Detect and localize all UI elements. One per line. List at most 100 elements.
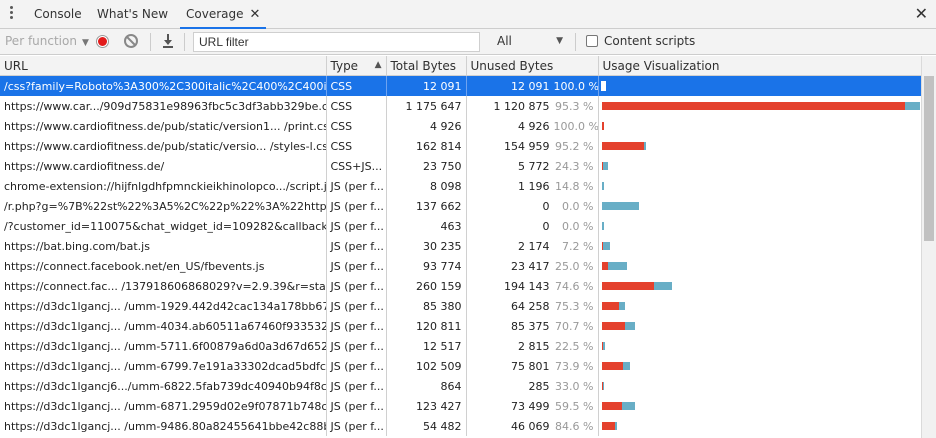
unused-bytes-cell: 2 174 7.2 % [466,236,599,256]
column-header-usage-visualization[interactable]: Usage Visualization [598,56,921,76]
unused-bytes-cell: 64 258 75.3 % [466,296,599,316]
unused-bytes-bar [601,282,654,290]
used-bytes-bar [601,242,610,250]
unused-bytes-cell: 285 33.0 % [466,376,599,396]
total-bytes-cell: 12 091 [386,75,467,96]
table-row[interactable]: https://d3dc1lgancj... /umm-9486.80a8245… [0,416,921,436]
unused-percent: 74.6 % [555,279,594,293]
unused-bytes-value: 1 120 875 [493,99,550,113]
column-header-url[interactable]: URL [0,56,327,76]
table-row[interactable]: https://d3dc1lgancj... /umm-6871.2959d02… [0,396,921,416]
more-tabs-icon[interactable] [10,6,14,22]
usage-bar [601,122,604,130]
content-scripts-checkbox[interactable] [586,35,598,47]
usage-visualization-cell [598,236,921,256]
chevron-down-icon: ▼ [81,38,89,48]
url-cell: https://d3dc1lgancj6.../umm-6822.5fab739… [0,376,327,396]
sort-ascending-icon: ▲ [374,59,382,70]
type-cell: CSS [326,75,387,96]
coverage-table: URL Type ▲ Total Bytes Unused Bytes Usage… [0,56,921,438]
total-bytes-cell: 30 235 [386,236,467,256]
table-row[interactable]: chrome-extension://hijfnlgdhfpmnckieikhi… [0,176,921,196]
unused-bytes-cell: 4 926 100.0 % [466,116,599,136]
unused-bytes-cell: 46 069 84.6 % [466,416,599,436]
url-cell: chrome-extension://hijfnlgdhfpmnckieikhi… [0,176,327,196]
table-row[interactable]: https://bat.bing.com/bat.js JS (per f... 3… [0,236,921,256]
total-bytes-cell: 864 [386,376,467,396]
table-row[interactable]: https://www.cardiofitness.de/pub/static/… [0,116,921,136]
column-header-total-bytes[interactable]: Total Bytes [386,56,467,76]
table-row[interactable]: https://d3dc1lgancj... /umm-5711.6f00879… [0,336,921,356]
unused-bytes-cell: 75 801 73.9 % [466,356,599,376]
type-cell: CSS+JS... [326,156,387,176]
unused-bytes-value: 154 959 [504,139,550,153]
table-row[interactable]: https://www.car.../909d75831e98963fbc5c3… [0,96,921,116]
usage-visualization-cell [598,276,921,296]
table-row[interactable]: https://d3dc1lgancj... /umm-4034.ab60511… [0,316,921,336]
total-bytes-cell: 102 509 [386,356,467,376]
unused-bytes-value: 23 417 [511,259,550,273]
usage-visualization-cell [598,136,921,156]
table-row[interactable]: /?customer_id=110075&chat_widget_id=1092… [0,216,921,236]
tab-whats-new[interactable]: What's New [97,0,168,28]
url-cell: https://d3dc1lgancj... /umm-1929.442d42c… [0,296,327,316]
unused-bytes-bar [601,302,619,310]
table-row[interactable]: /css?family=Roboto%3A300%2C300italic%2C4… [0,75,921,96]
unused-percent: 84.6 % [555,419,594,433]
type-cell: JS (per f... [326,356,387,376]
table-scrollbar[interactable] [921,56,936,438]
total-bytes-cell: 85 380 [386,296,467,316]
table-row[interactable]: https://www.cardiofitness.de/CSS+JS... 23… [0,156,921,176]
table-row[interactable]: https://connect.facebook.net/en_US/fbeve… [0,256,921,276]
unused-bytes-bar [601,82,605,90]
table-row[interactable]: https://d3dc1lgancj... /umm-1929.442d42c… [0,296,921,316]
usage-bar [601,362,630,370]
unused-percent: 7.2 % [562,239,594,253]
tab-console[interactable]: Console [34,0,82,28]
export-icon[interactable] [162,33,174,49]
resource-type-select[interactable]: All ▼ [497,34,563,48]
unused-bytes-value: 46 069 [511,419,550,433]
used-bytes-bar [601,222,604,230]
unused-bytes-value: 75 801 [511,359,550,373]
unused-bytes-value: 2 174 [518,239,550,253]
table-row[interactable]: https://connect.fac... /137918606868029?… [0,276,921,296]
table-row[interactable]: https://d3dc1lgancj... /umm-6799.7e191a3… [0,356,921,376]
usage-bar [601,302,625,310]
url-cell: /css?family=Roboto%3A300%2C300italic%2C4… [0,75,327,96]
clear-icon[interactable] [124,34,138,48]
unused-bytes-cell: 5 772 24.3 % [466,156,599,176]
unused-bytes-value: 4 926 [518,119,550,133]
unused-percent: 59.5 % [555,399,594,413]
unused-bytes-bar [601,142,644,150]
table-row[interactable]: https://www.cardiofitness.de/pub/static/… [0,136,921,156]
unused-bytes-bar [601,162,603,170]
url-cell: /?customer_id=110075&chat_widget_id=1092… [0,216,327,236]
coverage-type-select[interactable]: Per function ▼ [5,34,89,48]
close-tab-icon[interactable]: ✕ [250,7,261,22]
unused-percent: 95.2 % [555,139,594,153]
scrollbar-thumb[interactable] [924,76,934,241]
unused-bytes-bar [601,262,608,270]
usage-bar [601,142,646,150]
usage-bar [601,402,635,410]
tab-coverage[interactable]: Coverage ✕ [180,0,267,29]
unused-bytes-bar [601,102,905,110]
column-header-type[interactable]: Type ▲ [326,56,387,76]
usage-bar [601,202,639,210]
type-cell: JS (per f... [326,376,387,396]
table-row[interactable]: /r.php?g=%7B%22st%22%3A5%2C%22p%22%3A%22… [0,196,921,216]
usage-visualization-cell [598,376,921,396]
record-button[interactable] [96,35,109,48]
url-cell: https://connect.facebook.net/en_US/fbeve… [0,256,327,276]
close-drawer-icon[interactable]: ✕ [915,4,928,23]
usage-bar [601,282,672,290]
column-header-unused-bytes[interactable]: Unused Bytes [466,56,599,76]
type-cell: CSS [326,116,387,136]
url-filter-input[interactable] [193,32,480,52]
url-cell: https://d3dc1lgancj... /umm-9486.80a8245… [0,416,327,436]
url-cell: https://connect.fac... /137918606868029?… [0,276,327,296]
table-row[interactable]: https://d3dc1lgancj6.../umm-6822.5fab739… [0,376,921,396]
unused-bytes-value: 5 772 [518,159,550,173]
usage-visualization-cell [598,196,921,216]
